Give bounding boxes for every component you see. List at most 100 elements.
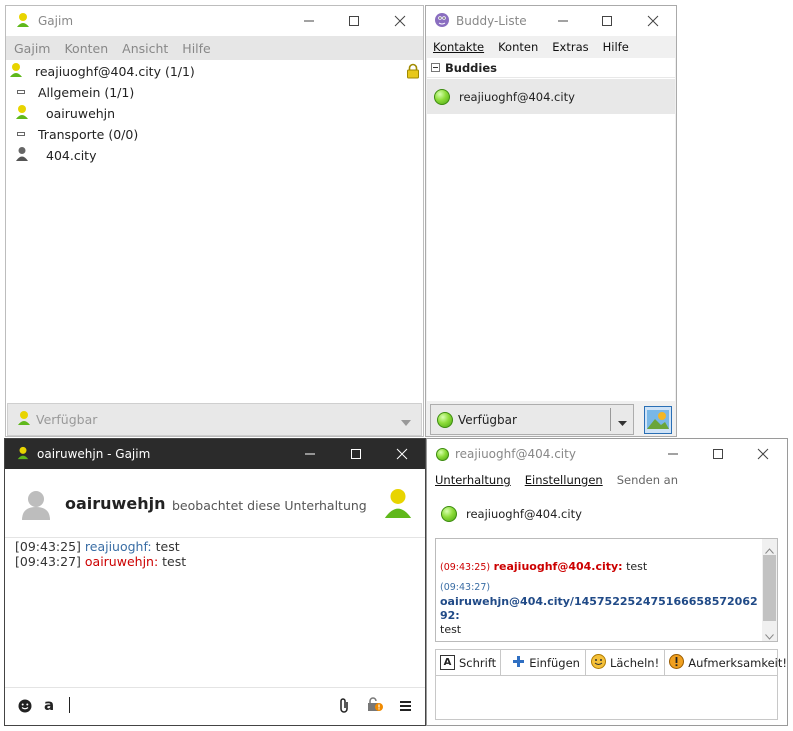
menu-gajim[interactable]: Gajim <box>14 41 50 56</box>
font-label: Schrift <box>459 655 497 670</box>
buddy-status-selector[interactable]: Verfügbar <box>430 404 634 435</box>
maximize-icon[interactable] <box>347 445 365 463</box>
menu-einstellungen[interactable]: Einstellungen <box>525 473 603 487</box>
menu-hilfe[interactable]: Hilfe <box>603 40 629 54</box>
available-status-icon <box>437 411 453 428</box>
account-label: reajiuoghf@404.city (1/1) <box>35 63 195 79</box>
roster-account-row[interactable]: reajiuoghf@404.city (1/1) <box>6 61 423 81</box>
minimize-icon[interactable] <box>664 445 682 463</box>
chevron-down-icon[interactable] <box>618 416 627 430</box>
group-collapse-icon[interactable] <box>17 132 25 136</box>
close-icon[interactable] <box>754 445 772 463</box>
plus-icon <box>512 655 525 671</box>
gajim-menubar: Gajim Konten Ansicht Hilfe <box>6 36 423 60</box>
message-text: test <box>151 539 180 554</box>
buddy-list-titlebar[interactable]: Buddy-Liste <box>426 6 676 36</box>
buddy-tree: Buddies reajiuoghf@404.city <box>427 58 675 401</box>
buddy-avatar-button[interactable] <box>644 406 672 434</box>
available-status-icon <box>441 506 457 522</box>
lock-icon[interactable] <box>405 63 421 82</box>
gajim-logo-icon <box>16 446 30 463</box>
avatar-picture-icon <box>647 410 669 429</box>
encryption-lock-icon[interactable] <box>367 696 383 715</box>
online-user-icon <box>14 104 30 123</box>
message-time: [09:43:27] <box>15 554 81 569</box>
message-time: [09:43:25] <box>15 539 81 554</box>
status-label: Verfügbar <box>36 412 98 427</box>
roster-transport-404city[interactable]: 404.city <box>6 145 423 165</box>
roster-group-transporte[interactable]: Transporte (0/0) <box>6 124 423 144</box>
minimize-icon[interactable] <box>301 445 319 463</box>
window-title: oairuwehjn - Gajim <box>37 447 151 461</box>
attention-button[interactable]: Aufmerksamkeit! <box>665 650 787 675</box>
window-title: Gajim <box>38 14 74 28</box>
message-sender: oairuwehjn@404.city/14575225247516665857… <box>440 595 758 622</box>
close-icon[interactable] <box>393 445 411 463</box>
smiley-icon <box>590 653 606 672</box>
message-sender: oairuwehjn: <box>84 554 159 569</box>
roster-contact-oairuwehjn[interactable]: oairuwehjn <box>6 103 423 123</box>
gajim-chat-titlebar[interactable]: oairuwehjn - Gajim <box>5 439 425 469</box>
chevron-down-icon[interactable] <box>401 416 411 430</box>
message-text: test <box>440 623 462 636</box>
chat-history: [09:43:25] reajiuoghf: test [09:43:27] o… <box>15 539 415 569</box>
menu-kontakte[interactable]: Kontakte <box>433 40 484 54</box>
scrollbar[interactable] <box>762 539 777 641</box>
message-time: (09:43:27) <box>440 582 491 593</box>
attention-label: Aufmerksamkeit! <box>688 655 787 670</box>
status-selector[interactable]: Verfügbar <box>7 403 422 436</box>
font-icon: A <box>440 655 455 670</box>
smile-button[interactable]: Lächeln! <box>586 650 666 675</box>
insert-label: Einfügen <box>529 655 580 670</box>
maximize-icon[interactable] <box>598 12 616 30</box>
group-label: Buddies <box>445 60 498 75</box>
pidgin-logo-icon <box>434 12 450 31</box>
menu-hamburger-icon[interactable] <box>400 700 411 714</box>
message-input[interactable] <box>69 697 70 713</box>
contact-name: oairuwehjn <box>65 494 166 513</box>
font-button[interactable]: A Schrift <box>436 650 502 675</box>
offline-user-icon <box>14 146 30 165</box>
maximize-icon[interactable] <box>709 445 727 463</box>
chat-message: [09:43:25] reajiuoghf: test <box>15 539 415 554</box>
group-label: Transporte (0/0) <box>38 126 139 142</box>
menu-extras[interactable]: Extras <box>552 40 588 54</box>
scroll-down-icon[interactable] <box>765 629 774 641</box>
message-sender: reajiuoghf: <box>84 539 152 554</box>
message-sender: reajiuoghf@404.city: <box>493 560 623 573</box>
pidgin-message-input[interactable] <box>435 676 778 720</box>
menu-unterhaltung[interactable]: Unterhaltung <box>435 473 511 487</box>
contact-label: reajiuoghf@404.city <box>459 89 575 104</box>
menu-hilfe[interactable]: Hilfe <box>182 41 210 56</box>
close-icon[interactable] <box>391 12 409 30</box>
message-text: test <box>626 560 648 573</box>
contact-label: reajiuoghf@404.city <box>466 507 582 521</box>
emoji-icon[interactable] <box>18 699 32 716</box>
menu-konten[interactable]: Konten <box>64 41 108 56</box>
gajim-logo-icon <box>15 12 31 31</box>
online-user-icon <box>383 487 413 522</box>
maximize-icon[interactable] <box>345 12 363 30</box>
buddy-list-window: Buddy-Liste Kontakte Konten Extras Hilfe… <box>425 5 677 437</box>
gajim-main-titlebar[interactable]: Gajim <box>6 6 423 36</box>
contact-label: oairuwehjn <box>46 105 116 121</box>
menu-senden-an[interactable]: Senden an <box>617 473 678 487</box>
minimize-icon[interactable] <box>300 12 318 30</box>
attachment-icon[interactable] <box>338 697 350 717</box>
group-collapse-icon[interactable] <box>431 63 440 72</box>
contact-status-text: beobachtet diese Unterhaltung <box>172 498 367 513</box>
close-icon[interactable] <box>644 12 662 30</box>
menu-ansicht[interactable]: Ansicht <box>122 41 168 56</box>
menu-konten[interactable]: Konten <box>498 40 538 54</box>
pidgin-chat-titlebar[interactable]: reajiuoghf@404.city <box>427 439 787 469</box>
format-text-icon[interactable]: a <box>44 696 54 714</box>
online-user-icon <box>8 62 28 81</box>
roster-group-allgemein[interactable]: Allgemein (1/1) <box>6 82 423 102</box>
insert-button[interactable]: Einfügen <box>501 650 586 675</box>
buddy-group-row[interactable]: Buddies <box>427 58 675 78</box>
scrollbar-thumb[interactable] <box>763 555 776 621</box>
avatar <box>19 487 53 524</box>
minimize-icon[interactable] <box>554 12 572 30</box>
buddy-contact-row[interactable]: reajiuoghf@404.city <box>427 79 675 114</box>
group-collapse-icon[interactable] <box>17 90 25 94</box>
